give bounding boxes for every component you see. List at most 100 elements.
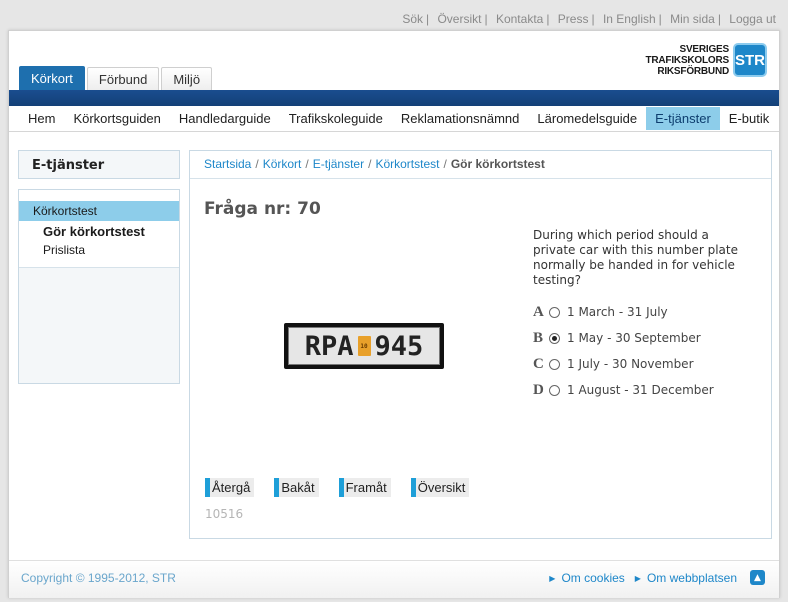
answer-letter: B — [533, 329, 544, 346]
footer: Copyright © 1995-2012, STR ▶ Om cookies ▶… — [9, 560, 779, 598]
breadcrumb-link-korkort[interactable]: Körkort — [263, 157, 302, 171]
toplink-logout[interactable]: Logga ut — [729, 12, 776, 26]
sub-navigation: Hem Körkortsguiden Handledarguide Trafik… — [9, 106, 779, 132]
answer-radio-d[interactable] — [549, 384, 560, 396]
subnav-korkortsguiden[interactable]: Körkortsguiden — [64, 107, 169, 130]
separator: | — [484, 12, 488, 26]
previous-button[interactable]: Bakåt — [274, 478, 319, 497]
answer-radio-b[interactable] — [549, 332, 560, 344]
copyright-text: Copyright © 1995-2012, STR — [21, 571, 176, 585]
breadcrumb-separator: / — [443, 157, 447, 171]
utility-links: Sök | Översikt | Kontakta | Press | In Engli… — [402, 12, 776, 26]
subnav-reklamationsnamnd[interactable]: Reklamationsnämnd — [392, 107, 529, 130]
logo-line-3: RIKSFÖRBUND — [657, 65, 729, 77]
toplink-overview[interactable]: Översikt — [437, 12, 481, 26]
plate-inspection-tag: 10 — [357, 336, 371, 356]
overview-button[interactable]: Översikt — [410, 478, 470, 497]
answer-option-c[interactable]: C 1 July - 30 November — [533, 351, 714, 377]
answer-option-b[interactable]: B 1 May - 30 September — [533, 325, 714, 351]
breadcrumb: Startsida / Körkort / E-tjänster / Körkortstes… — [190, 151, 771, 179]
answer-option-d[interactable]: D 1 August - 31 December — [533, 377, 714, 403]
subnav-handledarguide[interactable]: Handledarguide — [170, 107, 280, 130]
breadcrumb-current: Gör körkortstest — [450, 157, 545, 171]
sidebar-menu: Körkortstest Gör körkortstest Prislista — [18, 189, 180, 384]
sidebar-menu-list: Körkortstest Gör körkortstest Prislista — [19, 190, 179, 268]
logo-line-2: TRAFIKSKOLORS — [645, 54, 729, 66]
question-id: 10516 — [205, 507, 244, 521]
button-accent — [274, 478, 280, 497]
sidebar-item-prislista[interactable]: Prislista — [19, 241, 179, 259]
page-container: SVERIGES TRAFIKSKOLORS RIKSFÖRBUND STR K… — [8, 30, 780, 598]
breadcrumb-separator: / — [305, 157, 309, 171]
toplink-english[interactable]: In English — [603, 12, 656, 26]
breadcrumb-link-startsida[interactable]: Startsida — [204, 157, 251, 171]
radio-selected-dot — [552, 335, 557, 341]
question-text: During which period should a private car… — [533, 228, 738, 287]
answer-letter: A — [533, 303, 544, 320]
button-label: Bakåt — [281, 480, 315, 495]
plate-digits: 945 — [374, 330, 424, 362]
answer-text: 1 August - 31 December — [567, 383, 714, 397]
answer-radio-c[interactable] — [549, 358, 560, 370]
separator: | — [426, 12, 430, 26]
footer-link-about[interactable]: ▶ Om webbplatsen — [635, 571, 737, 585]
breadcrumb-separator: / — [368, 157, 372, 171]
answer-options: A 1 March - 31 July B 1 May - 30 Septemb… — [533, 299, 714, 403]
logo-mark: STR — [733, 43, 767, 77]
navigation-buttons: Återgå Bakåt Framåt Översikt — [205, 478, 489, 497]
subnav-e-tjanster[interactable]: E-tjänster — [646, 107, 720, 130]
question-title: Fråga nr: 70 — [204, 199, 321, 219]
breadcrumb-link-korkortstest[interactable]: Körkortstest — [375, 157, 439, 171]
scroll-top-icon[interactable]: ▲ — [750, 570, 765, 585]
subnav-laromedelsguide[interactable]: Läromedelsguide — [528, 107, 646, 130]
subnav-e-butik[interactable]: E-butik — [720, 107, 778, 130]
toplink-contact[interactable]: Kontakta — [496, 12, 543, 26]
answer-radio-a[interactable] — [549, 306, 560, 318]
footer-link-label: Om cookies — [561, 571, 625, 585]
tab-korkort[interactable]: Körkort — [19, 66, 85, 90]
arrow-right-icon: ▶ — [634, 574, 641, 583]
button-label: Översikt — [417, 480, 466, 495]
button-accent — [410, 478, 416, 497]
footer-link-label: Om webbplatsen — [646, 571, 737, 585]
answer-option-a[interactable]: A 1 March - 31 July — [533, 299, 714, 325]
footer-link-cookies[interactable]: ▶ Om cookies — [549, 571, 625, 585]
button-label: Återgå — [212, 480, 251, 495]
back-to-button[interactable]: Återgå — [205, 478, 255, 497]
button-accent — [205, 478, 210, 497]
button-label: Framåt — [345, 480, 387, 495]
answer-text: 1 July - 30 November — [567, 357, 694, 371]
sidebar-item-korkortstest[interactable]: Körkortstest — [19, 201, 179, 221]
toplink-press[interactable]: Press — [558, 12, 589, 26]
nav-bar — [9, 90, 779, 106]
plate-letters: RPA — [304, 330, 354, 362]
logo-line-1: SVERIGES — [679, 43, 729, 55]
license-plate: RPA 10 945 — [288, 327, 440, 365]
logo-text: SVERIGES TRAFIKSKOLORS RIKSFÖRBUND — [645, 44, 729, 77]
separator: | — [717, 12, 721, 26]
arrow-right-icon: ▶ — [549, 574, 556, 583]
answer-letter: C — [533, 355, 544, 372]
separator: | — [546, 12, 550, 26]
toplink-search[interactable]: Sök — [402, 12, 423, 26]
next-button[interactable]: Framåt — [338, 478, 391, 497]
str-logo[interactable]: SVERIGES TRAFIKSKOLORS RIKSFÖRBUND STR — [645, 42, 767, 78]
answer-text: 1 March - 31 July — [567, 305, 668, 319]
separator: | — [658, 12, 662, 26]
tab-miljo[interactable]: Miljö — [161, 67, 213, 90]
footer-links: ▶ Om cookies ▶ Om webbplatsen — [539, 571, 737, 585]
content-panel: Startsida / Körkort / E-tjänster / Körkortstes… — [189, 150, 772, 539]
toplink-my-page[interactable]: Min sida — [670, 12, 715, 26]
subnav-hem[interactable]: Hem — [19, 107, 64, 130]
subnav-trafikskoleguide[interactable]: Trafikskoleguide — [280, 107, 392, 130]
breadcrumb-separator: / — [255, 157, 259, 171]
main-tabs: Körkort Förbund Miljö — [19, 66, 214, 90]
sidebar-title: E-tjänster — [18, 150, 180, 179]
tab-forbund[interactable]: Förbund — [86, 67, 160, 90]
breadcrumb-link-e-tjanster[interactable]: E-tjänster — [313, 157, 364, 171]
button-accent — [338, 478, 344, 497]
sidebar-item-gor-korkortstest[interactable]: Gör körkortstest — [19, 221, 179, 241]
answer-text: 1 May - 30 September — [567, 331, 701, 345]
separator: | — [591, 12, 595, 26]
answer-letter: D — [533, 381, 544, 398]
